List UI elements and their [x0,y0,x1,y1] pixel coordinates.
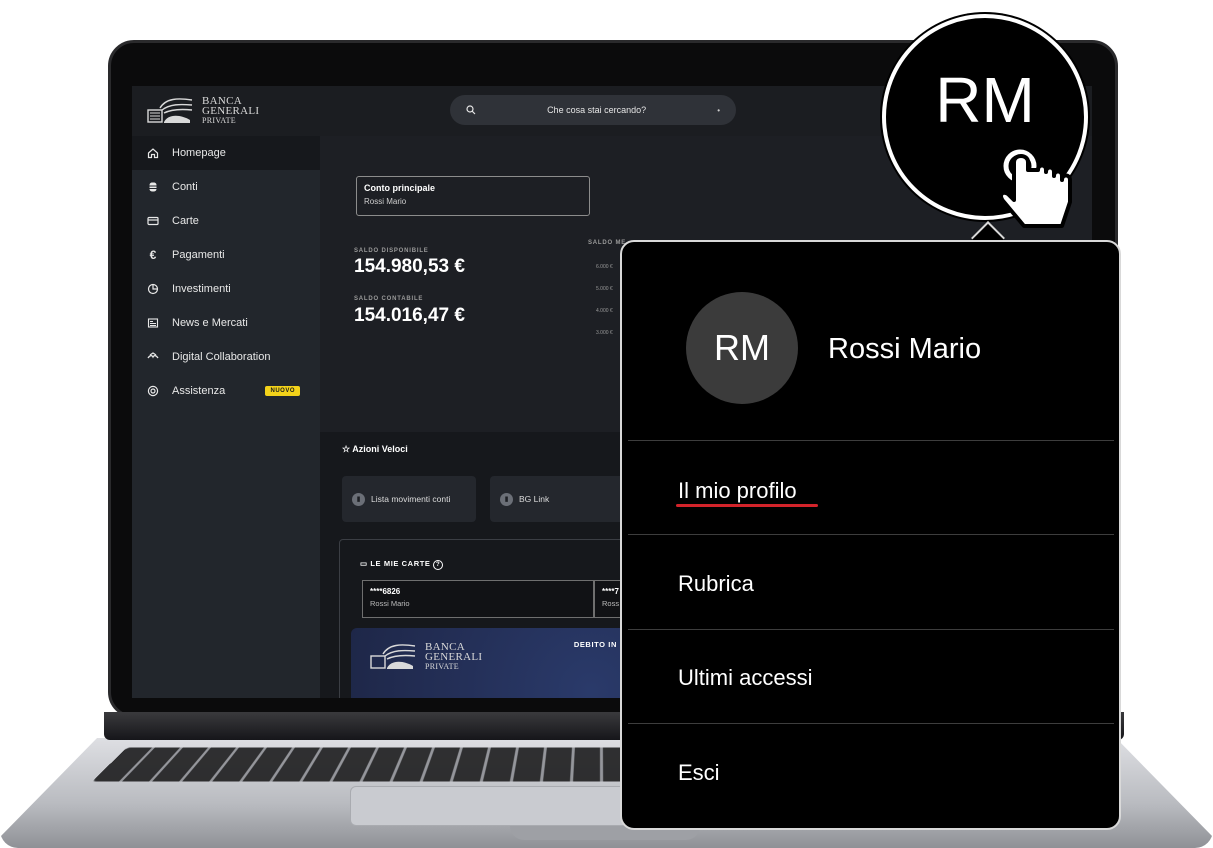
my-cards-title: ▭ LE MIE CARTE ? [360,559,444,570]
collaboration-icon [146,350,160,364]
card-icon: ▭ [360,559,368,568]
profile-menu: RM Rossi Mario Il mio profilo Rubrica Ul… [620,240,1121,830]
avatar: RM [686,292,798,404]
sidebar-item-label: Assistenza [172,385,226,397]
sidebar-item-carte[interactable]: Carte [132,204,320,238]
divider [628,629,1114,630]
lion-logo-icon [370,644,416,669]
brand-line-3: PRIVATE [202,116,236,125]
search-dropdown-icon[interactable]: • [717,106,720,115]
database-icon: ▮ [352,492,365,506]
sidebar-item-assistenza[interactable]: Assistenza NUOVO [132,374,320,408]
sidebar-item-investimenti[interactable]: Investimenti [132,272,320,306]
sidebar-item-digital-collaboration[interactable]: Digital Collaboration [132,340,320,374]
account-selector[interactable]: Conto principale Rossi Mario [356,176,590,216]
available-balance-value: 154.980,53 € [354,256,465,277]
avatar-initials: RM [935,64,1035,136]
menu-item-rubrica[interactable]: Rubrica [678,571,754,597]
account-owner: Rossi Mario [364,197,407,206]
quick-action-label: Lista movimenti conti [371,494,451,504]
profile-name: Rossi Mario [828,333,982,365]
search-placeholder: Che cosa stai cercando? [547,105,647,115]
chart-tick: 6.000 € [596,264,613,270]
sidebar-item-label: Conti [172,181,198,193]
brand-text: BANCA GENERALI PRIVATE [202,96,259,126]
divider [628,723,1114,724]
menu-item-il-mio-profilo[interactable]: Il mio profilo [678,478,797,504]
help-icon[interactable]: ? [433,560,444,570]
accounting-balance-value: 154.016,47 € [354,305,465,326]
chart-tick: 5.000 € [596,286,613,292]
quick-action-label: BG Link [519,494,550,504]
menu-item-ultimi-accessi[interactable]: Ultimi accessi [678,665,812,691]
database-icon [146,180,160,194]
card-owner: Rossi Mario [370,599,410,608]
sidebar-item-label: Carte [172,215,199,227]
sidebar-item-news-e-mercati[interactable]: News e Mercati [132,306,320,340]
sidebar-item-pagamenti[interactable]: € Pagamenti [132,238,320,272]
card-tab[interactable]: ****6826 Rossi Mario [362,580,594,618]
home-icon [146,146,160,160]
my-cards-title-text: LE MIE CARTE [370,559,431,568]
card-brand-logo: BANCA GENERALI PRIVATE [369,642,482,672]
sidebar-item-label: Investimenti [172,283,231,295]
database-icon: ▮ [500,492,513,506]
search-icon [466,105,476,115]
sidebar-item-label: Homepage [172,147,226,159]
quick-action-bg-link[interactable]: ▮ BG Link [490,476,624,522]
sidebar-item-homepage[interactable]: Homepage [132,136,320,170]
balance-chart-label: SALDO ME [588,240,627,246]
quick-action-lista-movimenti[interactable]: ▮ Lista movimenti conti [342,476,476,522]
active-underline [676,504,818,507]
search-input[interactable]: Che cosa stai cercando? • [450,95,736,125]
stage: BANCA GENERALI PRIVATE Che cosa stai cer… [0,0,1213,848]
brand-line-2: GENERALI [425,651,483,663]
sidebar-item-label: Pagamenti [172,249,225,261]
brand-text: BANCA GENERALI PRIVATE [425,642,482,672]
new-badge: NUOVO [265,386,300,396]
sidebar-item-label: News e Mercati [172,317,248,329]
card-icon [146,214,160,228]
lifebuoy-icon [146,384,160,398]
sidebar: Homepage Conti Carte € Pagamenti Investi… [132,136,320,698]
chart-tick: 3.000 € [596,330,613,336]
divider [628,440,1114,441]
quick-actions-title-text: Azioni Veloci [352,444,408,454]
profile-header: RM Rossi Mario [622,242,1119,440]
menu-item-esci[interactable]: Esci [678,760,720,786]
brand-logo[interactable]: BANCA GENERALI PRIVATE [146,96,259,126]
brand-line-2: GENERALI [202,105,260,117]
quick-actions-title: ☆ Azioni Veloci [342,444,408,455]
sidebar-item-label: Digital Collaboration [172,351,271,363]
accounting-balance-label: SALDO CONTABILE [354,296,424,302]
newspaper-icon [146,316,160,330]
card-number: ****6826 [370,587,401,596]
chart-tick: 4.000 € [596,308,613,314]
divider [628,534,1114,535]
lion-logo-icon [147,98,193,123]
pointer-hand-icon [999,149,1072,228]
euro-icon: € [149,248,157,262]
sidebar-item-conti[interactable]: Conti [132,170,320,204]
star-icon: ☆ [342,444,351,454]
pie-chart-icon [146,282,160,296]
account-title: Conto principale [364,183,436,193]
available-balance-label: SALDO DISPONIBILE [354,248,429,254]
brand-line-3: PRIVATE [425,662,459,671]
card-type: DEBITO IN [573,640,617,649]
